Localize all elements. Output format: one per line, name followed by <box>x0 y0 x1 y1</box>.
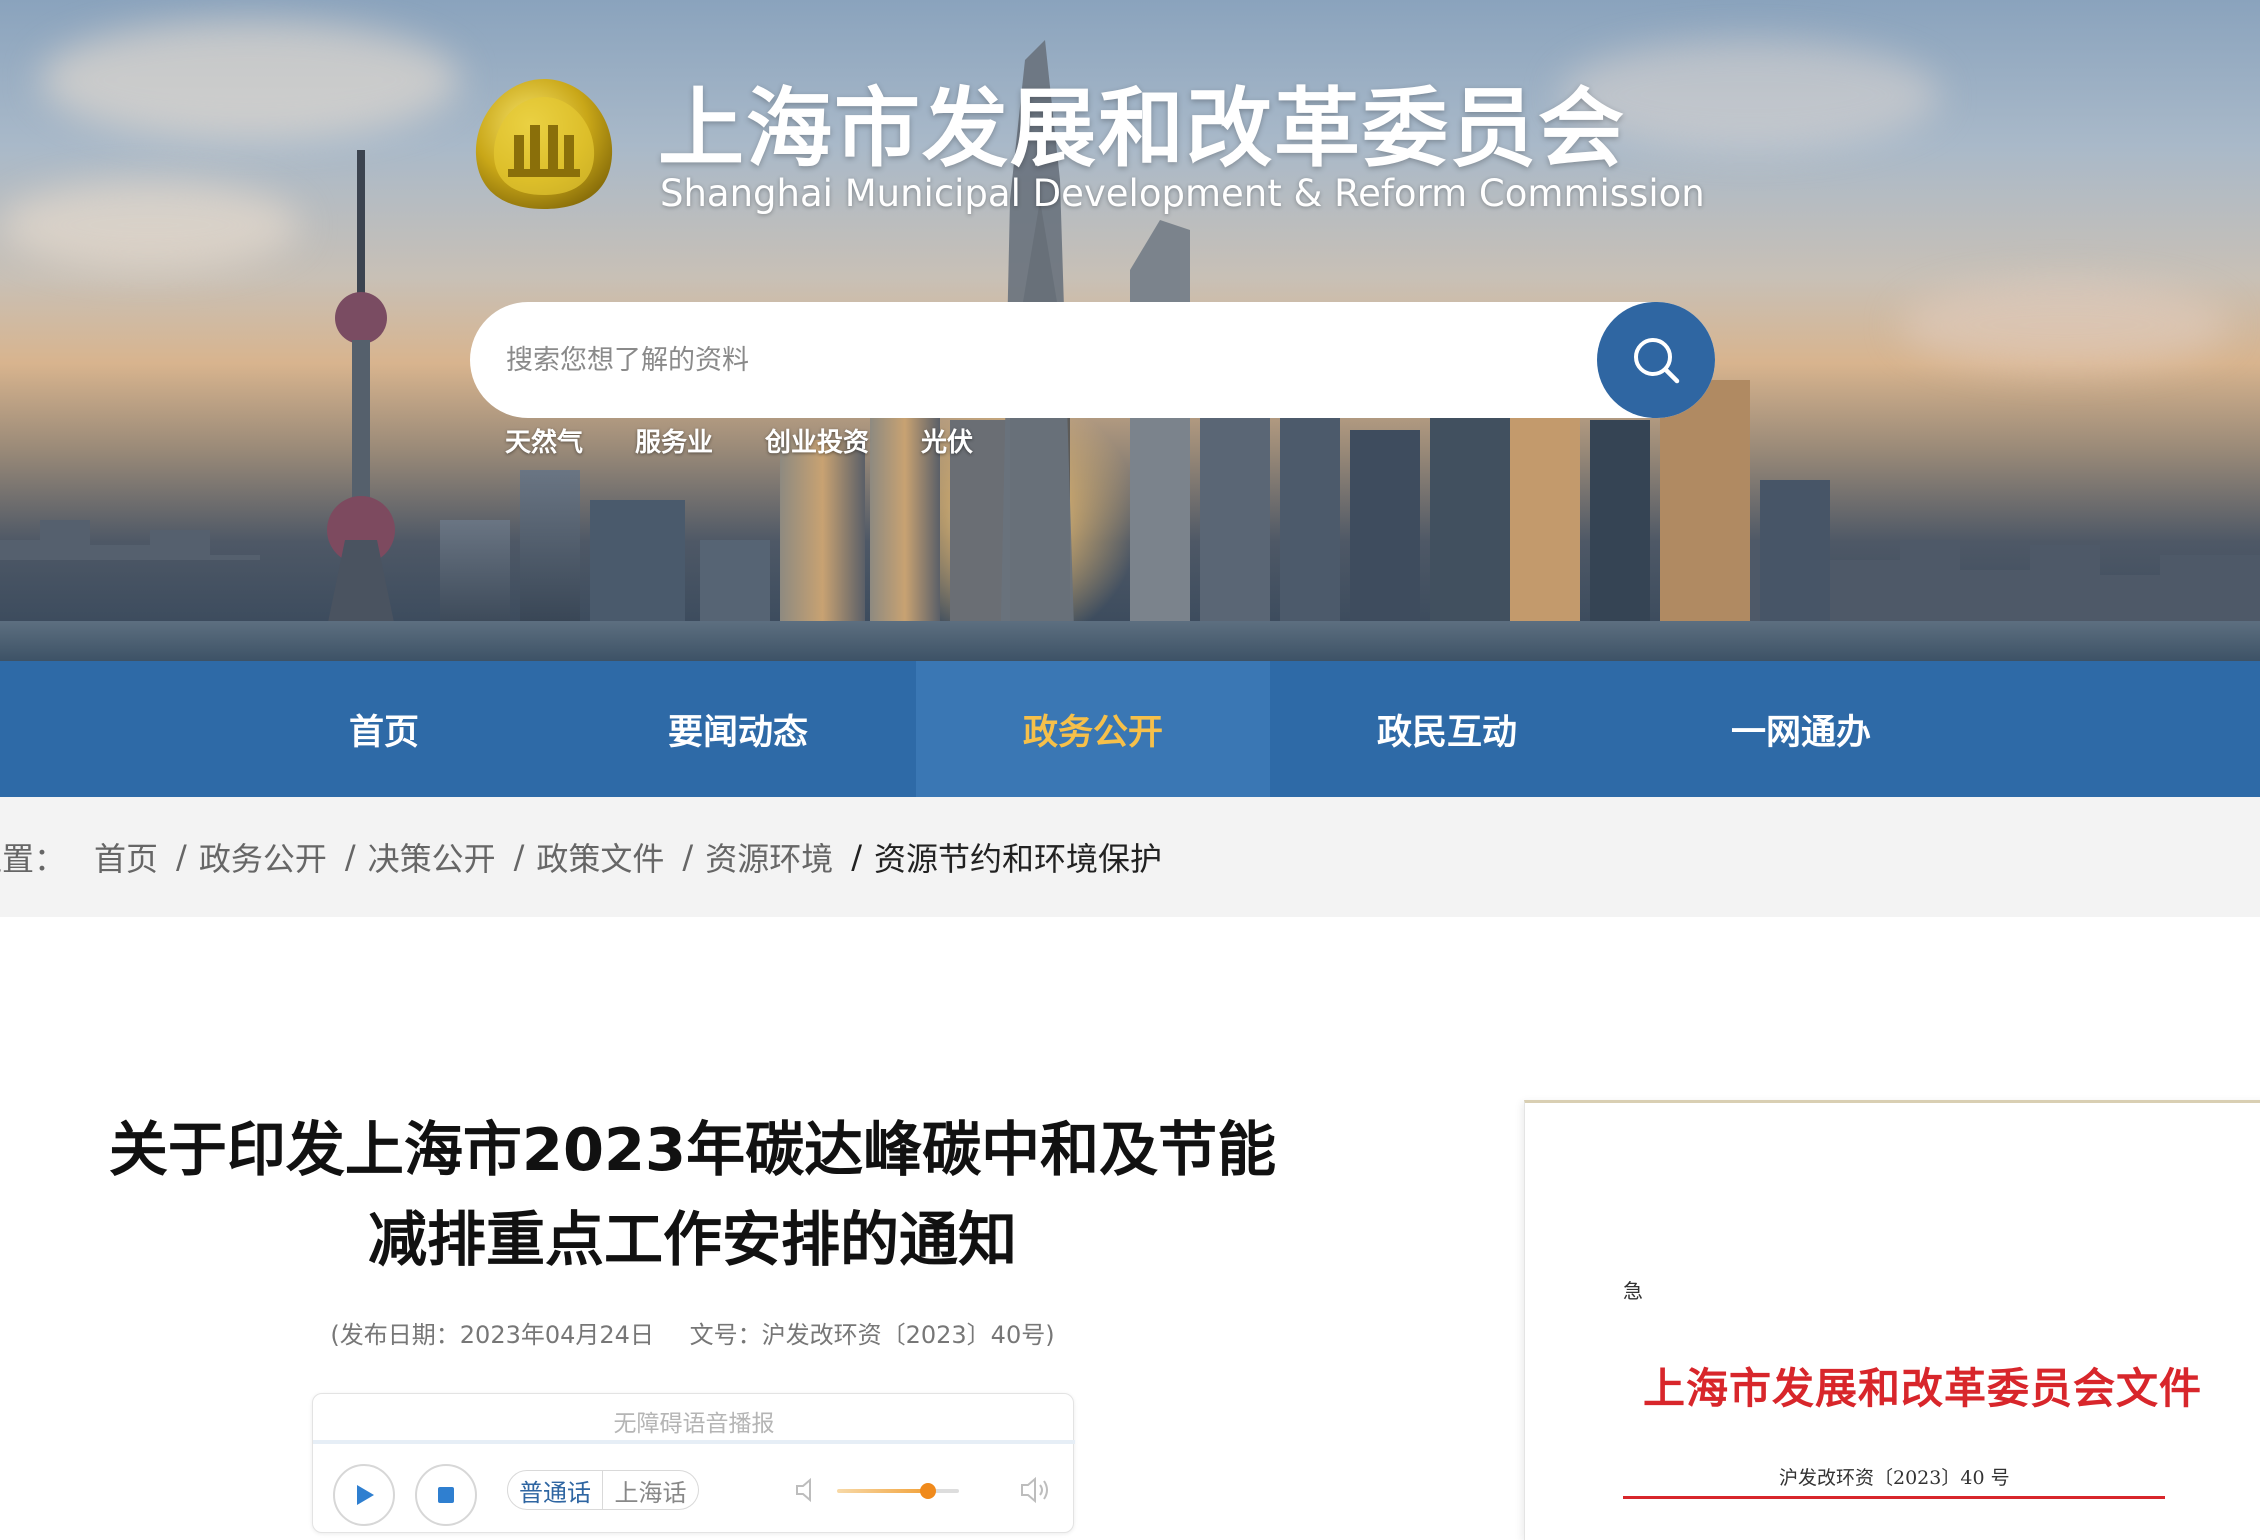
article-title-line: 减排重点工作安排的通知 <box>367 1205 1017 1274</box>
commission-emblem-logo <box>475 79 613 209</box>
header-banner: 上海市发展和改革委员会 Shanghai Municipal Developme… <box>0 0 2260 661</box>
breadcrumb-separator: / <box>176 838 187 876</box>
volume-slider-handle[interactable] <box>920 1483 936 1499</box>
site-title-english: Shanghai Municipal Development & Reform … <box>660 172 1705 215</box>
breadcrumb-link[interactable]: 政策文件 <box>536 834 664 880</box>
breadcrumb-separator: / <box>682 838 694 876</box>
main-nav: 首页 要闻动态 政务公开 政民互动 一网通办 <box>0 661 2260 797</box>
nav-government-affairs[interactable]: 政务公开 <box>916 661 1270 797</box>
hotword-link[interactable]: 服务业 <box>635 422 713 459</box>
document-number-line: 沪发改环资〔2023〕40 号 <box>1779 1467 2010 1489</box>
search-input[interactable] <box>506 332 1606 388</box>
stop-icon <box>438 1487 454 1503</box>
breadcrumb: 位置： 首页 / 政务公开 / 决策公开 / 政策文件 / 资源环境 / 资源节… <box>0 797 1162 917</box>
breadcrumb-link[interactable]: 资源环境 <box>705 834 833 880</box>
stop-button[interactable] <box>415 1464 477 1526</box>
hot-search-words: 天然气 服务业 创业投资 光伏 <box>505 422 973 459</box>
red-rule-divider <box>1623 1496 2165 1499</box>
breadcrumb-lead: 位置： <box>0 840 67 878</box>
document-number: 文号：沪发改环资〔2023〕40号) <box>689 1321 1055 1349</box>
site-title-chinese: 上海市发展和改革委员会 <box>658 79 1626 179</box>
breadcrumb-separator: / <box>344 838 356 876</box>
nav-news[interactable]: 要闻动态 <box>561 661 915 797</box>
breadcrumb-link[interactable]: 政务公开 <box>199 834 327 880</box>
breadcrumb-separator: / <box>851 838 862 876</box>
river <box>0 621 2260 661</box>
nav-one-stop-service[interactable]: 一网通办 <box>1624 661 1978 797</box>
article-title-line: 关于印发上海市2023年碳达峰碳中和及节能 <box>108 1115 1277 1184</box>
search-icon <box>1634 338 1680 384</box>
search-button[interactable] <box>1597 302 1715 418</box>
volume-slider[interactable] <box>837 1483 959 1499</box>
search-bar <box>470 302 1715 418</box>
hotword-link[interactable]: 创业投资 <box>765 422 869 459</box>
urgent-mark: 急 <box>1623 1279 1643 1303</box>
volume-down-icon[interactable] <box>793 1476 821 1504</box>
publish-date: (发布日期：2023年04月24日 <box>330 1321 654 1349</box>
play-icon <box>357 1485 374 1505</box>
article-title: 关于印发上海市2023年碳达峰碳中和及节能 减排重点工作安排的通知 <box>80 1105 1305 1285</box>
hotword-link[interactable]: 光伏 <box>921 422 973 459</box>
breadcrumb-link[interactable]: 首页 <box>94 834 158 880</box>
document-header: 上海市发展和改革委员会文件 <box>1643 1364 2203 1413</box>
audio-player-title: 无障碍语音播报 <box>613 1411 775 1437</box>
lang-mandarin-button[interactable]: 普通话 <box>507 1470 603 1510</box>
audio-player: 无障碍语音播报 普通话 上海话 <box>312 1393 1075 1533</box>
volume-up-icon[interactable] <box>1019 1474 1053 1506</box>
lang-shanghainese-button[interactable]: 上海话 <box>603 1470 699 1510</box>
breadcrumb-current: 资源节约和环境保护 <box>874 840 1163 878</box>
hotword-link[interactable]: 天然气 <box>505 422 583 459</box>
article-meta: (发布日期：2023年04月24日 文号：沪发改环资〔2023〕40号) <box>80 1315 1305 1350</box>
play-button[interactable] <box>333 1464 395 1526</box>
divider <box>313 1440 1075 1444</box>
nav-public-interaction[interactable]: 政民互动 <box>1270 661 1624 797</box>
breadcrumb-separator: / <box>513 838 525 876</box>
document-preview[interactable]: 急 上海市发展和改革委员会文件 沪发改环资〔2023〕40 号 <box>1524 1100 2260 1540</box>
nav-home[interactable]: 首页 <box>207 661 561 797</box>
breadcrumb-bar: 位置： 首页 / 政务公开 / 决策公开 / 政策文件 / 资源环境 / 资源节… <box>0 797 2260 917</box>
breadcrumb-link[interactable]: 决策公开 <box>368 834 496 880</box>
